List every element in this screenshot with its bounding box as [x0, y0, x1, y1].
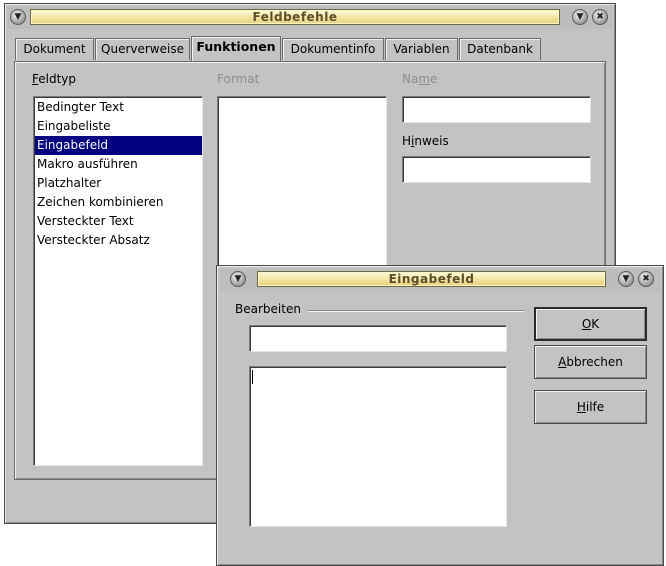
close-icon[interactable]: ✖ — [638, 271, 654, 287]
feldtyp-label: Feldtyp — [32, 72, 77, 86]
tab-datenbank[interactable]: Datenbank — [459, 38, 541, 60]
eingabefeld-titlebar[interactable]: ▼ Eingabefeld ▼ ✖ — [220, 269, 660, 291]
reference-field[interactable] — [249, 325, 507, 352]
list-item[interactable]: Platzhalter — [35, 174, 202, 193]
minimize-icon[interactable]: ▼ — [618, 271, 634, 287]
feldtyp-list[interactable]: Bedingter Text Eingabeliste Eingabefeld … — [33, 96, 203, 466]
eingabefeld-title: Eingabefeld — [257, 271, 606, 287]
tab-funktionen[interactable]: Funktionen — [191, 36, 281, 61]
list-item[interactable]: Versteckter Absatz — [35, 231, 202, 250]
minimize-icon[interactable]: ▼ — [572, 9, 588, 25]
help-button[interactable]: Hilfe — [534, 390, 647, 424]
window-menu-icon[interactable]: ▼ — [10, 9, 26, 25]
group-divider — [307, 310, 525, 312]
tab-dokument[interactable]: Dokument — [15, 38, 94, 60]
format-label: Format — [217, 72, 260, 86]
bearbeiten-label: Bearbeiten — [235, 302, 301, 316]
tab-dokumentinfo[interactable]: Dokumentinfo — [282, 38, 384, 60]
close-icon[interactable]: ✖ — [592, 9, 608, 25]
text-cursor — [252, 370, 253, 384]
name-label: Name — [402, 72, 438, 86]
cancel-button[interactable]: Abbrechen — [534, 345, 647, 379]
ok-button[interactable]: OK — [534, 307, 647, 341]
list-item[interactable]: Zeichen kombinieren — [35, 193, 202, 212]
hinweis-label: Hinweis — [402, 134, 449, 148]
window-menu-icon[interactable]: ▼ — [230, 271, 246, 287]
name-field[interactable] — [402, 96, 591, 123]
list-item[interactable]: Makro ausführen — [35, 155, 202, 174]
list-item[interactable]: Versteckter Text — [35, 212, 202, 231]
tab-bar: Dokument Querverweise Funktionen Dokumen… — [15, 36, 605, 62]
list-item[interactable]: Eingabeliste — [35, 117, 202, 136]
tab-variablen[interactable]: Variablen — [385, 38, 458, 60]
eingabefeld-dialog: ▼ Eingabefeld ▼ ✖ Bearbeiten OK Abbreche… — [216, 265, 664, 566]
list-item[interactable]: Bedingter Text — [35, 98, 202, 117]
feldbefehle-titlebar[interactable]: ▼ Feldbefehle ▼ ✖ — [8, 7, 612, 29]
list-item-selected[interactable]: Eingabefeld — [35, 136, 202, 155]
feldbefehle-title: Feldbefehle — [30, 9, 560, 25]
hinweis-field[interactable] — [402, 156, 591, 183]
tab-querverweise[interactable]: Querverweise — [95, 38, 190, 60]
text-area[interactable] — [249, 366, 507, 527]
